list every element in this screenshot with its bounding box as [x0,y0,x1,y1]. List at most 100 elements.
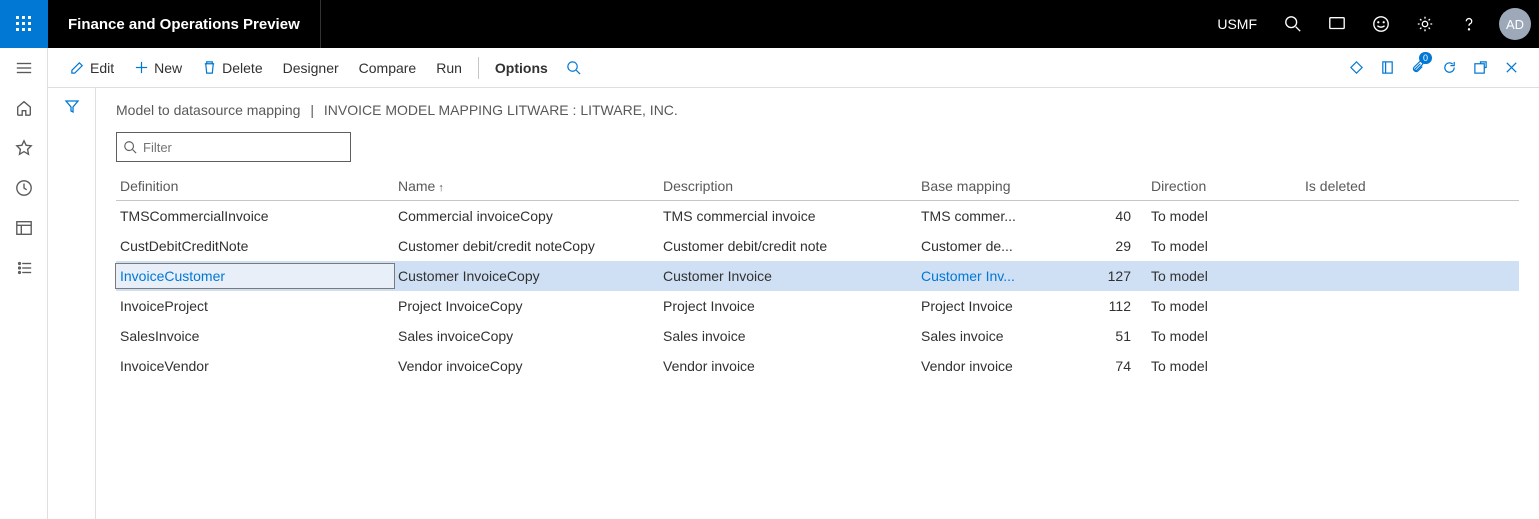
messages-icon[interactable] [1317,0,1357,48]
cell[interactable]: To model [1147,204,1301,228]
app-title: Finance and Operations Preview [48,16,320,33]
close-icon[interactable] [1496,48,1527,88]
cell[interactable]: Project InvoiceCopy [394,294,659,318]
compare-button[interactable]: Compare [349,48,427,88]
separator [478,57,479,79]
cell[interactable]: TMS commercial invoice [659,204,917,228]
modules-icon[interactable] [0,248,48,288]
col-header-direction[interactable]: Direction [1147,172,1301,200]
col-header-definition[interactable]: Definition [116,172,394,200]
sort-asc-icon: ↑ [435,182,444,194]
cell[interactable]: 74 [1087,354,1147,378]
settings-icon[interactable] [1405,0,1445,48]
options-button[interactable]: Options [485,48,558,88]
col-header-name[interactable]: Name↑ [394,172,659,200]
cell[interactable]: To model [1147,294,1301,318]
cell[interactable]: Vendor invoice [659,354,917,378]
hamburger-icon[interactable] [0,48,48,88]
table-row[interactable]: TMSCommercialInvoiceCommercial invoiceCo… [116,201,1519,231]
cell[interactable]: TMS commer... [917,204,1087,228]
breadcrumb-detail: INVOICE MODEL MAPPING LITWARE : LITWARE,… [324,102,678,118]
filter-funnel-icon[interactable] [48,88,96,124]
find-button[interactable] [558,48,589,88]
col-header-description[interactable]: Description [659,172,917,200]
workspaces-icon[interactable] [0,208,48,248]
new-button[interactable]: New [124,48,192,88]
popout-icon[interactable] [1465,48,1496,88]
cell[interactable] [1301,242,1421,250]
col-header-num[interactable] [1087,172,1147,200]
cell[interactable]: Sales invoiceCopy [394,324,659,348]
cell[interactable]: TMSCommercialInvoice [116,204,394,228]
cell[interactable]: 40 [1087,204,1147,228]
filter-pane [48,88,96,519]
cell[interactable] [1301,332,1421,340]
cell[interactable]: CustDebitCreditNote [116,234,394,258]
cell[interactable]: InvoiceVendor [116,354,394,378]
company-code[interactable]: USMF [1205,16,1269,32]
cell[interactable]: Vendor invoiceCopy [394,354,659,378]
breadcrumb-sep: | [304,102,320,118]
cell[interactable]: To model [1147,234,1301,258]
cell[interactable]: Customer Inv... [917,264,1087,288]
cell[interactable]: InvoiceProject [116,294,394,318]
search-icon [123,140,137,154]
cell[interactable]: Customer InvoiceCopy [394,264,659,288]
table-row[interactable]: InvoiceVendorVendor invoiceCopyVendor in… [116,351,1519,381]
col-header-deleted[interactable]: Is deleted [1301,172,1421,200]
cell[interactable]: Customer debit/credit note [659,234,917,258]
search-icon[interactable] [1273,0,1313,48]
cell[interactable]: To model [1147,264,1301,288]
table-row[interactable]: InvoiceProjectProject InvoiceCopyProject… [116,291,1519,321]
cell[interactable] [1301,212,1421,220]
recent-icon[interactable] [0,168,48,208]
topbar: Finance and Operations Preview USMF AD [0,0,1539,48]
cell[interactable] [1301,272,1421,280]
cell[interactable]: Sales invoice [659,324,917,348]
cell[interactable]: Vendor invoice [917,354,1087,378]
table-row[interactable]: SalesInvoiceSales invoiceCopySales invoi… [116,321,1519,351]
cell[interactable]: 112 [1087,294,1147,318]
delete-button[interactable]: Delete [192,48,272,88]
diamond-icon[interactable] [1341,48,1372,88]
content-area: Model to datasource mapping | INVOICE MO… [96,88,1539,519]
cell[interactable]: SalesInvoice [116,324,394,348]
favorites-icon[interactable] [0,128,48,168]
cell[interactable]: To model [1147,324,1301,348]
attachments-icon[interactable]: 0 [1403,48,1434,88]
cell[interactable] [1301,302,1421,310]
cell[interactable]: 127 [1087,264,1147,288]
cell[interactable]: Commercial invoiceCopy [394,204,659,228]
table-row[interactable]: InvoiceCustomerCustomer InvoiceCopyCusto… [116,261,1519,291]
designer-button[interactable]: Designer [273,48,349,88]
refresh-icon[interactable] [1434,48,1465,88]
help-icon[interactable] [1449,0,1489,48]
feedback-icon[interactable] [1361,0,1401,48]
cell[interactable]: Project Invoice [917,294,1087,318]
cell[interactable]: Customer debit/credit noteCopy [394,234,659,258]
cell[interactable]: InvoiceCustomer [116,264,394,288]
app-launcher-button[interactable] [0,0,48,48]
user-avatar[interactable]: AD [1499,8,1531,40]
table-row[interactable]: CustDebitCreditNoteCustomer debit/credit… [116,231,1519,261]
cell[interactable] [1301,362,1421,370]
cell[interactable]: Customer Invoice [659,264,917,288]
breadcrumb-root[interactable]: Model to datasource mapping [116,102,300,118]
cell[interactable]: To model [1147,354,1301,378]
left-nav-rail [0,48,48,519]
attachment-badge: 0 [1419,52,1432,64]
home-icon[interactable] [0,88,48,128]
cell[interactable]: 51 [1087,324,1147,348]
col-header-base[interactable]: Base mapping [917,172,1087,200]
filter-input[interactable] [137,140,344,155]
cell[interactable]: Project Invoice [659,294,917,318]
cell[interactable]: Customer de... [917,234,1087,258]
cell[interactable]: Sales invoice [917,324,1087,348]
command-bar: Edit New Delete Designer Compare Run Opt… [48,48,1539,88]
edit-button[interactable]: Edit [60,48,124,88]
run-button[interactable]: Run [426,48,472,88]
open-in-office-icon[interactable] [1372,48,1403,88]
cell[interactable]: 29 [1087,234,1147,258]
filter-box[interactable] [116,132,351,162]
breadcrumb: Model to datasource mapping | INVOICE MO… [116,102,1519,118]
